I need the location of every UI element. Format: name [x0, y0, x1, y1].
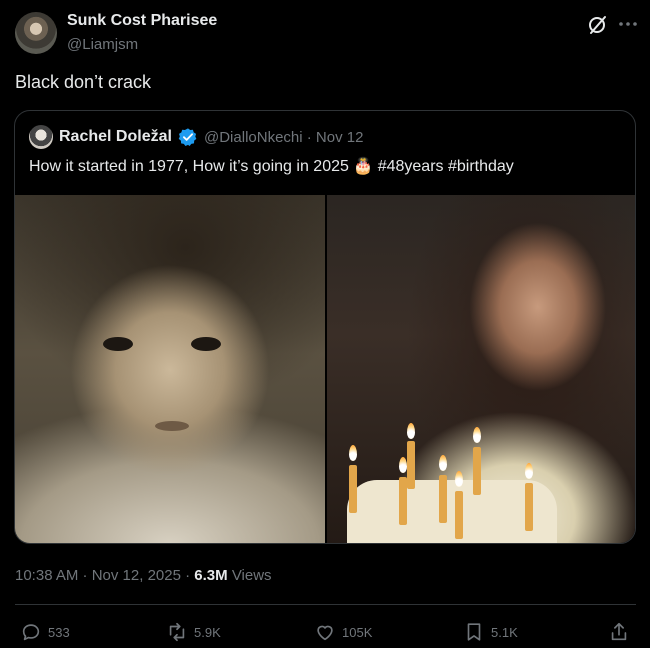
quoted-author-meta: @DialloNkechi · Nov 12 — [204, 129, 364, 146]
repost-button[interactable]: 5.9K — [166, 620, 221, 644]
verified-badge-icon — [178, 128, 197, 146]
divider — [15, 604, 636, 605]
views-count: 6.3M — [194, 567, 228, 584]
bookmark-icon — [467, 623, 481, 641]
author-handle[interactable]: @Liamjsm — [67, 36, 138, 53]
share-button[interactable] — [608, 620, 636, 644]
repost-count: 5.9K — [194, 624, 221, 640]
baby-photo[interactable] — [15, 195, 325, 543]
quoted-post-text: How it started in 1977, How it’s going i… — [29, 158, 514, 175]
author-display-name[interactable]: Sunk Cost Pharisee — [67, 12, 217, 30]
post-text: Black don’t crack — [15, 72, 152, 92]
reply-icon — [22, 624, 40, 641]
views-label: Views — [231, 567, 272, 584]
birthday-cake-photo[interactable] — [327, 195, 635, 543]
like-icon — [317, 625, 333, 641]
more-icon[interactable] — [616, 12, 640, 36]
grok-icon[interactable] — [586, 12, 610, 36]
share-icon — [611, 622, 627, 641]
like-count: 105K — [342, 624, 373, 640]
reply-button[interactable]: 533 — [20, 620, 70, 644]
like-button[interactable]: 105K — [314, 620, 372, 644]
repost-icon — [169, 622, 185, 642]
reply-count: 533 — [48, 624, 70, 640]
author-avatar[interactable] — [15, 12, 57, 54]
timestamp-text: 10:38 AM · Nov 12, 2025 · — [15, 567, 195, 584]
quoted-post[interactable]: Rachel Doležal @DialloNkechi · Nov 12 Ho… — [14, 110, 636, 544]
quoted-author-avatar[interactable] — [29, 125, 53, 149]
bookmark-button[interactable]: 5.1K — [463, 620, 518, 644]
post-timestamp[interactable]: 10:38 AM · Nov 12, 2025 · 6.3M Views — [15, 567, 272, 584]
bookmark-count: 5.1K — [491, 624, 518, 640]
quoted-author-name[interactable]: Rachel Doležal — [59, 128, 172, 146]
